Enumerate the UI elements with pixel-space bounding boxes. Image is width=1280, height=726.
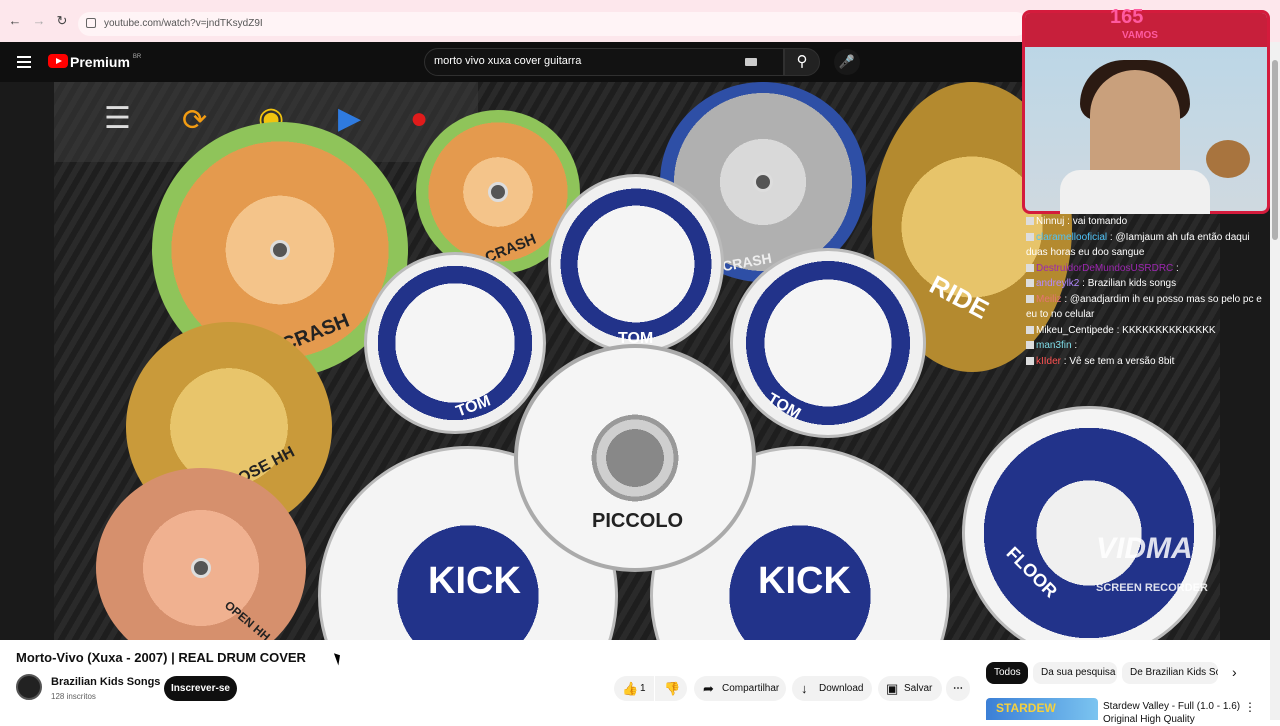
chevron-right-icon[interactable]: › bbox=[1232, 664, 1237, 680]
chip-from-search[interactable]: Da sua pesquisa bbox=[1033, 662, 1117, 684]
tom-right bbox=[730, 248, 926, 438]
cookie-plush bbox=[1206, 140, 1250, 178]
subscriber-count: 128 inscritos bbox=[51, 692, 96, 701]
save-label: Salvar bbox=[904, 683, 933, 694]
piccolo-label: PICCOLO bbox=[592, 510, 684, 532]
chat-message: DestruidorDeMundosUSRDRC : bbox=[1026, 261, 1274, 277]
chat-message: kIIder : Vê se tem a versão 8bit bbox=[1026, 354, 1274, 370]
video-title: Morto-Vivo (Xuxa - 2007) | REAL DRUM COV… bbox=[16, 650, 306, 665]
mic-icon[interactable]: 🎤 bbox=[834, 49, 860, 75]
stream-chat: Ninnuj : vai tomando claramellooficial : … bbox=[1026, 214, 1274, 369]
recommendation-title[interactable]: Stardew Valley - Full (1.0 - 1.6) Origin… bbox=[1103, 700, 1240, 726]
chat-text: : @anadjardim ih eu posso mas so pelo pc… bbox=[1026, 293, 1262, 321]
chat-username: Mikeu_Centipede bbox=[1036, 324, 1114, 336]
share-button[interactable]: ➦ Compartilhar bbox=[694, 676, 786, 701]
share-icon: ➦ bbox=[703, 681, 714, 696]
chat-badge-icon bbox=[1026, 341, 1034, 350]
chat-badge-icon bbox=[1026, 356, 1034, 365]
chat-badge-icon bbox=[1026, 325, 1034, 334]
youtube-logo-icon[interactable] bbox=[48, 54, 68, 68]
brand-region: BR bbox=[132, 54, 142, 60]
dislike-button[interactable]: 👎 bbox=[655, 676, 687, 701]
chat-badge-icon bbox=[1026, 263, 1034, 272]
site-info-icon[interactable] bbox=[86, 18, 96, 28]
chat-message: andreylk2 : Brazilian kids songs bbox=[1026, 276, 1274, 292]
streamer-hoodie bbox=[1060, 170, 1210, 214]
download-label: Download bbox=[819, 683, 864, 694]
record-icon: ● bbox=[410, 102, 429, 135]
chip-from-channel[interactable]: De Brazilian Kids Songs bbox=[1122, 662, 1218, 684]
cam-label: VAMOS bbox=[1122, 30, 1158, 41]
youtube-brand[interactable]: Premium BR bbox=[70, 54, 141, 70]
recommendation-menu-icon[interactable]: ⋮ bbox=[1244, 700, 1256, 714]
vidma-watermark-text: SCREEN RECORDER bbox=[1096, 582, 1208, 594]
chat-text: : Brazilian kids songs bbox=[1079, 278, 1177, 289]
chat-badge-icon bbox=[1026, 217, 1034, 226]
subscribe-button[interactable]: Inscrever-se bbox=[164, 676, 237, 701]
bookmark-icon: ▣ bbox=[886, 681, 899, 696]
mouse-cursor bbox=[333, 651, 344, 666]
like-button[interactable]: 👍 1 bbox=[614, 676, 654, 701]
keyboard-icon[interactable] bbox=[745, 58, 757, 66]
channel-avatar[interactable] bbox=[16, 674, 42, 700]
search-icon: ⚲ bbox=[796, 53, 808, 70]
chat-message: man3fin : bbox=[1026, 338, 1274, 354]
tom-center bbox=[548, 174, 724, 354]
chat-badge-icon bbox=[1026, 232, 1034, 241]
chat-text: : Vê se tem a versão 8bit bbox=[1061, 355, 1175, 367]
chat-username: andreylk2 bbox=[1036, 278, 1080, 289]
thumbs-up-icon: 👍 bbox=[622, 681, 639, 696]
chat-text: : bbox=[1071, 340, 1078, 351]
chat-username: man3fin bbox=[1036, 340, 1072, 351]
share-label: Compartilhar bbox=[722, 683, 780, 694]
menu-icon[interactable] bbox=[17, 56, 31, 68]
download-button[interactable]: ↓ Download bbox=[792, 676, 872, 701]
search-button[interactable]: ⚲ bbox=[784, 48, 820, 76]
download-icon: ↓ bbox=[801, 681, 808, 696]
chat-username: kIIder bbox=[1036, 355, 1062, 367]
reload-icon[interactable]: ↻ bbox=[55, 14, 69, 28]
chat-message: Mikeu_Centipede : KKKKKKKKKKKKKK bbox=[1026, 323, 1274, 339]
url-text[interactable]: youtube.com/watch?v=jndTKsydZ9I bbox=[104, 18, 263, 29]
drum-menu-icon: ☰ bbox=[104, 102, 131, 135]
chat-message: Meiliz : @anadjardim ih eu posso mas so … bbox=[1026, 292, 1274, 323]
chat-badge-icon bbox=[1026, 294, 1034, 303]
chat-text: : KKKKKKKKKKKKKK bbox=[1113, 324, 1216, 336]
forward-arrow-icon[interactable]: → bbox=[32, 14, 46, 28]
chat-username: DestruidorDeMundosUSRDRC bbox=[1036, 262, 1174, 274]
chip-all[interactable]: Todos bbox=[986, 662, 1028, 684]
chat-text: : vai tomando bbox=[1064, 216, 1128, 227]
chat-text: : bbox=[1173, 262, 1179, 274]
cam-counter: 165 bbox=[1110, 6, 1144, 28]
back-arrow-icon[interactable]: ← bbox=[8, 14, 22, 28]
kick-right-label: KICK bbox=[758, 560, 851, 602]
thumbnail-text: STARDEW bbox=[996, 701, 1056, 715]
chat-username: Meiliz bbox=[1036, 293, 1062, 305]
chat-badge-icon bbox=[1026, 279, 1034, 288]
search-input[interactable]: morto vivo xuxa cover guitarra bbox=[434, 55, 581, 67]
play-icon: ▶ bbox=[338, 102, 362, 135]
chat-message: claramellooficial : @Iamjaum ah ufa entã… bbox=[1026, 230, 1274, 261]
loop-icon: ⟳ bbox=[182, 104, 208, 137]
recommendation-title-line: Stardew Valley - Full (1.0 - 1.6) bbox=[1103, 701, 1241, 712]
thumbs-down-icon: 👎 bbox=[664, 681, 681, 696]
more-actions-icon[interactable]: ⋯ bbox=[946, 676, 970, 701]
chat-message: Ninnuj : vai tomando bbox=[1026, 214, 1274, 230]
save-button[interactable]: ▣ Salvar bbox=[878, 676, 942, 701]
chat-username: claramellooficial bbox=[1036, 231, 1108, 243]
scrollbar-thumb[interactable] bbox=[1272, 60, 1278, 240]
like-count: 1 bbox=[640, 683, 646, 694]
chat-username: Ninnuj bbox=[1036, 216, 1065, 227]
channel-name[interactable]: Brazilian Kids Songs bbox=[51, 676, 160, 688]
piccolo-snare bbox=[514, 344, 756, 572]
brand-name: Premium bbox=[70, 54, 130, 70]
kick-left-label: KICK bbox=[428, 560, 521, 602]
vidma-logo: VIDMA bbox=[1096, 532, 1193, 565]
